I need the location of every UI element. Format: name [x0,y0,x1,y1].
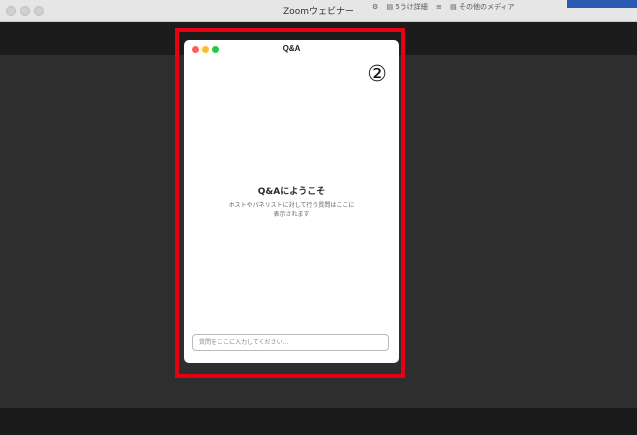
qa-panel-title: Q&A [282,44,301,53]
toolbar-item-media[interactable]: ▤ その他のメディア [450,3,514,11]
toolbar-items: ⚙ ▤ 5うけ詳細 ≡ ▤ その他のメディア [372,2,521,12]
step-marker: ② [367,62,387,87]
window-title: Zoomウェビナー [283,7,354,17]
bottom-toolbar [0,408,637,435]
question-input[interactable] [192,334,389,351]
accent-bar [567,0,637,8]
toolbar-item-menu[interactable]: ≡ [436,3,442,11]
qa-panel: Q&A ② Q&Aにようこそ ホストやパネリストに対して行う質問はここに表示され… [184,40,399,363]
welcome-title: Q&Aにようこそ [257,187,326,197]
welcome-description: ホストやパネリストに対して行う質問はここに表示されます [228,202,355,218]
toolbar-item-details[interactable]: ▤ 5うけ詳細 [387,3,428,11]
main-window-titlebar: Zoomウェビナー ⚙ ▤ 5うけ詳細 ≡ ▤ その他のメディア [0,0,637,22]
settings-icon[interactable]: ⚙ [372,3,378,11]
